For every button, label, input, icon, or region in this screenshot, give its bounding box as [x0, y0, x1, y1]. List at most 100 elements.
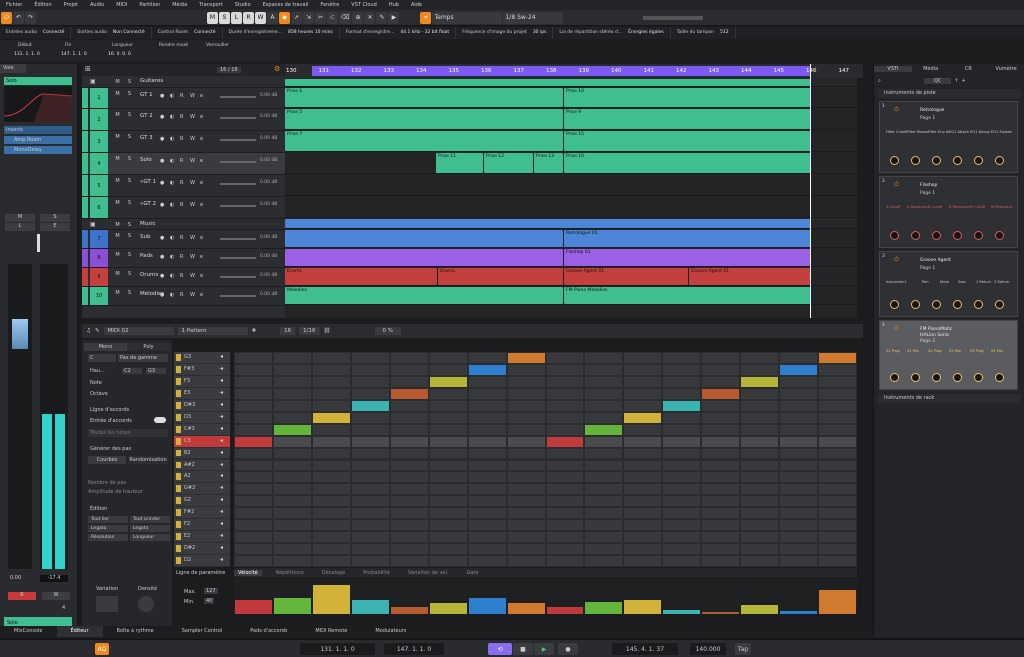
grid-cell[interactable]	[507, 508, 545, 519]
track-volume-slider[interactable]	[220, 139, 256, 141]
track-row[interactable]: 4 M S Solo ● ◐ R We 0.00 dB	[82, 153, 285, 175]
write-icon[interactable]: W	[190, 292, 195, 298]
grid-cell[interactable]	[351, 353, 389, 363]
grid-cell[interactable]	[312, 353, 350, 363]
grid-cell[interactable]	[819, 484, 856, 495]
grid-cell[interactable]	[390, 556, 428, 566]
grid-cell[interactable]	[507, 532, 545, 543]
grid-cell[interactable]	[819, 364, 856, 375]
grid-cell[interactable]	[585, 532, 623, 543]
num-steps-field[interactable]: Nombre de pas	[88, 480, 126, 486]
grid-cell[interactable]	[819, 436, 856, 447]
grid-cell[interactable]	[235, 388, 272, 399]
record-icon[interactable]: ●	[160, 180, 164, 186]
grid-cell[interactable]	[468, 412, 506, 423]
track-volume-slider[interactable]	[220, 257, 256, 259]
grid-cell[interactable]	[585, 400, 623, 411]
grid-cell[interactable]	[235, 364, 272, 375]
step-note[interactable]	[312, 412, 350, 423]
grid-cell[interactable]	[702, 448, 740, 459]
grid-cell[interactable]	[273, 460, 311, 471]
speaker-icon[interactable]: ◂	[220, 461, 223, 468]
grid-cell[interactable]	[468, 424, 506, 435]
tap-button[interactable]: Tap	[735, 643, 751, 655]
step-note[interactable]	[507, 353, 545, 363]
grid-cell[interactable]	[546, 556, 584, 566]
grid-cell[interactable]	[429, 472, 467, 483]
grid-cell[interactable]	[312, 544, 350, 555]
rack-instrument-name[interactable]: Retrologue	[920, 108, 944, 113]
add-pattern-icon[interactable]: ✚	[252, 328, 257, 334]
grid-cell[interactable]	[507, 436, 545, 447]
grid-cell[interactable]	[585, 484, 623, 495]
lower-zone-tab[interactable]: Éditeur	[56, 626, 103, 637]
cycle-button[interactable]: ⟲	[488, 643, 512, 655]
grid-cell[interactable]	[390, 472, 428, 483]
monitor-icon[interactable]: ◐	[170, 114, 174, 120]
pitch-row[interactable]: E3 ◂	[174, 387, 230, 399]
grid-cell[interactable]	[819, 412, 856, 423]
mute-button[interactable]: M	[114, 221, 121, 228]
lower-zone-tab[interactable]: MixConsole	[0, 626, 57, 637]
grid-cell[interactable]	[663, 520, 701, 531]
track-volume-slider[interactable]	[220, 276, 256, 278]
instrument-rack-slot[interactable]: 3 ⏻ Groove Agent Page 1 Instrument 1 Pan Mute So…	[879, 251, 1018, 317]
tempo-field[interactable]: 140.000	[690, 643, 726, 655]
read-icon[interactable]: R	[180, 273, 183, 279]
grid-cell[interactable]	[429, 364, 467, 375]
quick-control-knob[interactable]	[911, 300, 920, 309]
status-item[interactable]: Control Room Connecté	[152, 27, 223, 39]
speaker-icon[interactable]: ◂	[220, 413, 223, 420]
grid-cell[interactable]	[741, 520, 779, 531]
grid-cell[interactable]	[780, 520, 818, 531]
fader-cap[interactable]	[12, 319, 28, 349]
grid-cell[interactable]	[741, 496, 779, 507]
insert-slot-1[interactable]: Amp Room	[4, 136, 72, 144]
monitor-icon[interactable]: ◐	[170, 254, 174, 260]
grid-cell[interactable]	[780, 424, 818, 435]
range-high[interactable]: G3	[146, 368, 166, 374]
quick-control-knob[interactable]	[932, 231, 941, 240]
grid-cell[interactable]	[741, 424, 779, 435]
grid-cell[interactable]	[546, 520, 584, 531]
grid-cell[interactable]	[312, 448, 350, 459]
speaker-icon[interactable]: ◂	[220, 389, 223, 396]
track-name[interactable]: GT 1	[140, 92, 153, 98]
grid-cell[interactable]	[741, 556, 779, 566]
grid-cell[interactable]	[507, 400, 545, 411]
grid-cell[interactable]	[741, 544, 779, 555]
grid-cell[interactable]	[312, 400, 350, 411]
grid-cell[interactable]	[663, 412, 701, 423]
grid-cell[interactable]	[780, 376, 818, 387]
info-value[interactable]: 147. 1. 1. 0	[61, 52, 87, 57]
stop-button[interactable]: ■	[513, 643, 533, 655]
project-window[interactable]: 130 131 132 133 134 135 136 137 138 139 140 141 142 1…	[285, 64, 863, 318]
grid-cell[interactable]	[312, 424, 350, 435]
event[interactable]: Prise 7	[285, 131, 563, 151]
menu-item[interactable]: Projet	[58, 0, 84, 10]
velocity-bar[interactable]	[235, 600, 272, 614]
event[interactable]: FM Piano Melodies	[564, 287, 811, 304]
track-name[interactable]: GT 3	[140, 135, 153, 141]
grid-cell[interactable]	[390, 376, 428, 387]
grid-cell[interactable]	[819, 424, 856, 435]
pitch-row[interactable]: F#3 ◂	[174, 363, 230, 375]
grid-cell[interactable]	[429, 436, 467, 447]
grid-cell[interactable]	[741, 400, 779, 411]
grid-cell[interactable]	[741, 364, 779, 375]
grid-cell[interactable]	[273, 364, 311, 375]
event[interactable]: Groove Agent 01	[689, 268, 811, 285]
quick-control-knob[interactable]	[953, 300, 962, 309]
read-icon[interactable]: R	[180, 158, 183, 164]
quick-control-knob[interactable]	[890, 300, 899, 309]
quick-control-knob[interactable]	[995, 373, 1004, 382]
status-item[interactable]: Entrées audio Connecté	[0, 27, 72, 39]
track-name[interactable]: Pads	[140, 253, 153, 259]
mode-button[interactable]: S	[219, 11, 230, 24]
mute-button[interactable]: M	[114, 90, 121, 97]
grid-cell[interactable]	[351, 532, 389, 543]
step-note[interactable]	[429, 376, 467, 387]
grid-cell[interactable]	[351, 556, 389, 566]
grid-cell[interactable]	[351, 364, 389, 375]
grid-cell[interactable]	[429, 400, 467, 411]
